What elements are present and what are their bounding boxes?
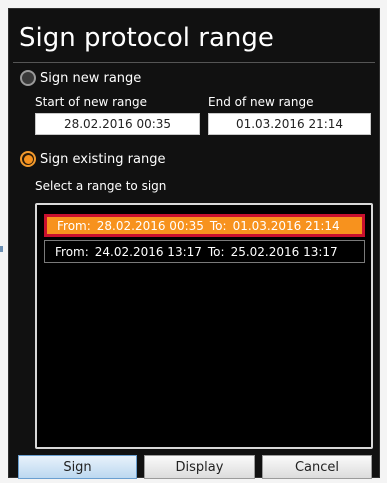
sign-existing-range-radio[interactable]	[20, 151, 36, 167]
sign-protocol-range-dialog: Sign protocol range Sign new range Start…	[8, 8, 380, 479]
range-from-value: 24.02.2016 13:17	[94, 244, 202, 259]
title-divider	[13, 62, 375, 63]
sign-button[interactable]: Sign	[18, 455, 137, 479]
sign-new-range-label: Sign new range	[40, 70, 142, 86]
range-to-value: 01.03.2016 21:14	[232, 218, 340, 233]
sign-existing-range-label: Sign existing range	[40, 151, 166, 167]
end-of-new-range-label: End of new range	[208, 95, 314, 109]
sign-new-range-radio[interactable]	[20, 70, 36, 86]
sign-new-range-option[interactable]: Sign new range	[20, 68, 141, 88]
sign-existing-range-option[interactable]: Sign existing range	[20, 149, 165, 169]
select-range-label: Select a range to sign	[35, 179, 167, 193]
window-edge-marker	[0, 246, 3, 252]
range-to-label: To:	[207, 244, 225, 259]
cancel-button[interactable]: Cancel	[262, 455, 372, 479]
display-button[interactable]: Display	[144, 455, 255, 479]
end-date-field[interactable]: 01.03.2016 21:14	[208, 113, 371, 135]
range-list[interactable]: From: 28.02.2016 00:35 To: 01.03.2016 21…	[35, 203, 373, 449]
start-of-new-range-label: Start of new range	[35, 95, 148, 109]
range-from-label: From:	[55, 244, 89, 259]
range-from-label: From:	[57, 218, 91, 233]
range-from-value: 28.02.2016 00:35	[96, 218, 204, 233]
radio-selected-dot	[23, 154, 33, 164]
range-to-value: 25.02.2016 13:17	[230, 244, 338, 259]
range-row[interactable]: From: 24.02.2016 13:17 To: 25.02.2016 13…	[44, 240, 365, 263]
range-to-label: To:	[209, 218, 227, 233]
start-date-field[interactable]: 28.02.2016 00:35	[35, 113, 200, 135]
dialog-title: Sign protocol range	[19, 23, 274, 53]
range-row-selected[interactable]: From: 28.02.2016 00:35 To: 01.03.2016 21…	[44, 214, 365, 237]
